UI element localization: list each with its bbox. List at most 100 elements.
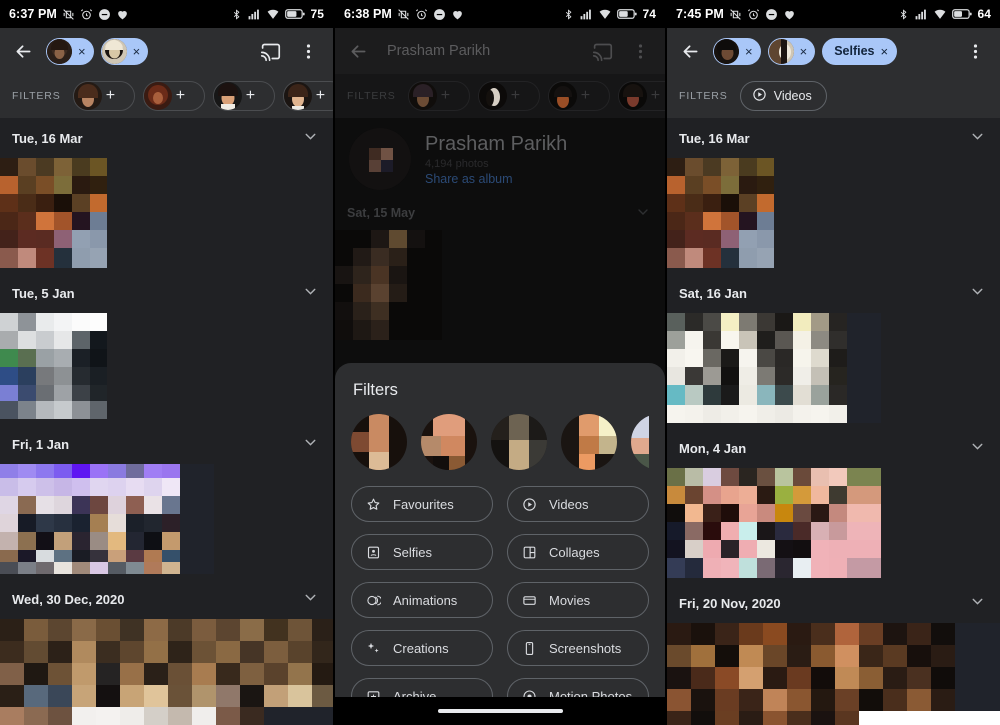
chevron-down-icon[interactable] bbox=[302, 434, 319, 454]
remove-chip-icon[interactable]: × bbox=[798, 45, 810, 58]
photo-group[interactable] bbox=[667, 468, 1000, 583]
mosaic-thumbnail[interactable] bbox=[0, 464, 214, 574]
face-tile[interactable] bbox=[351, 414, 407, 470]
panel-selfies-videos-filter: 7:45 PM 64 bbox=[667, 0, 1000, 725]
date-header[interactable]: Tue, 5 Jan bbox=[0, 273, 333, 313]
filter-videos-button[interactable]: Videos bbox=[507, 486, 649, 522]
date-header[interactable]: Sat, 15 May bbox=[335, 196, 665, 230]
face-tile[interactable] bbox=[631, 414, 649, 470]
filter-movies-button[interactable]: Movies bbox=[507, 582, 649, 618]
filter-label: Animations bbox=[393, 593, 457, 608]
mosaic-thumbnail[interactable] bbox=[0, 158, 107, 268]
photo-group[interactable] bbox=[667, 313, 1000, 428]
face-suggestion-chip[interactable]: + bbox=[618, 81, 665, 111]
face-filter-chip[interactable]: × bbox=[713, 38, 761, 65]
add-icon[interactable]: + bbox=[581, 88, 590, 104]
face-tile[interactable] bbox=[491, 414, 547, 470]
filter-animations-button[interactable]: Animations bbox=[351, 582, 493, 618]
add-icon[interactable]: + bbox=[441, 88, 450, 104]
heart-icon bbox=[116, 8, 129, 21]
face-suggestion-chip[interactable]: + bbox=[143, 81, 205, 111]
chevron-down-icon[interactable] bbox=[302, 589, 319, 609]
add-icon[interactable]: + bbox=[651, 88, 660, 104]
face-filter-chip[interactable]: × bbox=[101, 38, 149, 65]
mosaic-thumbnail[interactable] bbox=[0, 313, 107, 419]
photo-group[interactable] bbox=[0, 313, 333, 424]
face-tile[interactable] bbox=[421, 414, 477, 470]
sheet-title: Filters bbox=[353, 381, 649, 400]
mosaic-thumbnail[interactable] bbox=[667, 158, 774, 268]
filter-selfies-button[interactable]: Selfies bbox=[351, 534, 493, 570]
chevron-down-icon[interactable] bbox=[635, 204, 651, 223]
filter-collages-button[interactable]: Collages bbox=[507, 534, 649, 570]
back-arrow-icon[interactable] bbox=[343, 36, 373, 66]
filter-screenshots-button[interactable]: Screenshots bbox=[507, 630, 649, 666]
chevron-down-icon[interactable] bbox=[969, 283, 986, 303]
face-suggestion-chip[interactable]: + bbox=[283, 81, 333, 111]
date-header[interactable]: Tue, 16 Mar bbox=[667, 118, 1000, 158]
date-header[interactable]: Fri, 20 Nov, 2020 bbox=[667, 583, 1000, 623]
chevron-down-icon[interactable] bbox=[969, 438, 986, 458]
photo-group[interactable] bbox=[0, 464, 333, 579]
add-icon[interactable]: + bbox=[246, 88, 255, 104]
mosaic-thumbnail[interactable] bbox=[335, 230, 442, 340]
remove-chip-icon[interactable]: × bbox=[743, 45, 755, 58]
avatar bbox=[284, 82, 312, 110]
chevron-down-icon[interactable] bbox=[302, 283, 319, 303]
more-vert-icon[interactable] bbox=[293, 36, 323, 66]
remove-chip-icon[interactable]: × bbox=[881, 45, 889, 58]
photo-timeline-1[interactable]: Tue, 16 Mar Tue, 5 Jan bbox=[0, 118, 333, 725]
filter-creations-button[interactable]: Creations bbox=[351, 630, 493, 666]
date-header[interactable]: Mon, 4 Jan bbox=[667, 428, 1000, 468]
face-suggestion-chip[interactable]: + bbox=[213, 81, 275, 111]
more-vert-icon[interactable] bbox=[625, 36, 655, 66]
share-as-album-link[interactable]: Share as album bbox=[425, 172, 567, 186]
date-header[interactable]: Wed, 30 Dec, 2020 bbox=[0, 579, 333, 619]
photo-group[interactable] bbox=[0, 158, 333, 273]
add-icon[interactable]: + bbox=[511, 88, 520, 104]
mosaic-thumbnail[interactable] bbox=[667, 623, 1000, 725]
date-header[interactable]: Sat, 16 Jan bbox=[667, 273, 1000, 313]
add-icon[interactable]: + bbox=[316, 88, 325, 104]
remove-chip-icon[interactable]: × bbox=[131, 45, 143, 58]
chevron-down-icon[interactable] bbox=[969, 128, 986, 148]
photo-group[interactable] bbox=[335, 230, 665, 345]
mosaic-thumbnail[interactable] bbox=[0, 619, 333, 725]
status-time: 6:37 PM bbox=[9, 7, 57, 21]
face-filter-chip[interactable]: × bbox=[768, 38, 816, 65]
avatar bbox=[102, 39, 127, 64]
photo-group[interactable] bbox=[0, 619, 333, 725]
photo-timeline-3[interactable]: Tue, 16 Mar Sat, 16 Jan bbox=[667, 118, 1000, 725]
date-header[interactable]: Fri, 1 Jan bbox=[0, 424, 333, 464]
gesture-handle[interactable] bbox=[438, 709, 563, 713]
sheet-face-row[interactable] bbox=[351, 414, 649, 470]
mosaic-thumbnail[interactable] bbox=[667, 313, 881, 423]
face-filter-chip[interactable]: × bbox=[46, 38, 94, 65]
add-icon[interactable]: + bbox=[176, 88, 185, 104]
videos-filter-chip[interactable]: Videos bbox=[740, 81, 827, 111]
selfies-filter-chip[interactable]: Selfies × bbox=[822, 38, 897, 65]
face-suggestion-chip[interactable]: + bbox=[408, 81, 470, 111]
filter-favourites-button[interactable]: Favourites bbox=[351, 486, 493, 522]
back-arrow-icon[interactable] bbox=[675, 36, 705, 66]
cast-icon[interactable] bbox=[255, 36, 285, 66]
avatar bbox=[349, 128, 411, 190]
add-icon[interactable]: + bbox=[106, 88, 115, 104]
face-suggestion-chip[interactable]: + bbox=[478, 81, 540, 111]
remove-chip-icon[interactable]: × bbox=[76, 45, 88, 58]
status-bar-3: 7:45 PM 64 bbox=[667, 0, 1000, 28]
face-suggestion-chip[interactable]: + bbox=[73, 81, 135, 111]
back-arrow-icon[interactable] bbox=[8, 36, 38, 66]
photo-group[interactable] bbox=[667, 623, 1000, 725]
cast-icon[interactable] bbox=[587, 36, 617, 66]
chevron-down-icon[interactable] bbox=[302, 128, 319, 148]
face-tile[interactable] bbox=[561, 414, 617, 470]
mosaic-thumbnail[interactable] bbox=[667, 468, 881, 578]
more-vert-icon[interactable] bbox=[960, 36, 990, 66]
photo-group[interactable] bbox=[667, 158, 1000, 273]
status-left-1: 6:37 PM bbox=[9, 7, 129, 21]
face-suggestion-chip[interactable]: + bbox=[548, 81, 610, 111]
app-bar-2: Prasham Parikh bbox=[335, 28, 665, 74]
date-header[interactable]: Tue, 16 Mar bbox=[0, 118, 333, 158]
chevron-down-icon[interactable] bbox=[969, 593, 986, 613]
